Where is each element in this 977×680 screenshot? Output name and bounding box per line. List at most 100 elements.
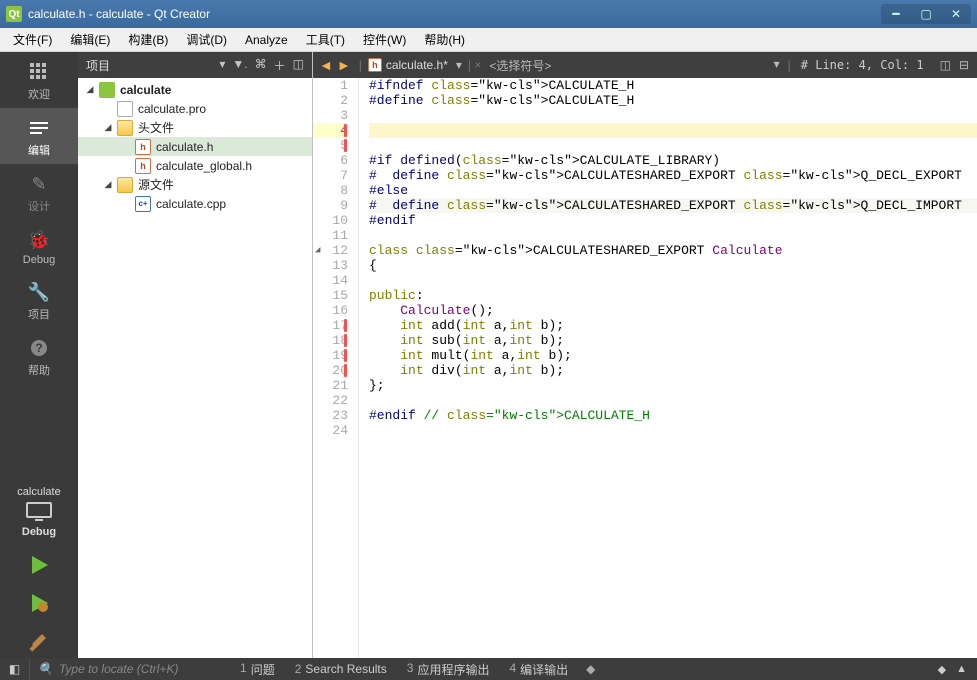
- folder-icon: [117, 120, 133, 136]
- mode-design[interactable]: ✎ 设计: [0, 164, 78, 220]
- mode-projects-label: 项目: [28, 306, 50, 322]
- split-icon[interactable]: ◫: [293, 57, 304, 74]
- run-button[interactable]: [0, 544, 78, 582]
- minimize-button[interactable]: ━: [882, 5, 910, 23]
- nav-fwd-icon[interactable]: ►: [337, 57, 351, 73]
- wrench-icon: 🔧: [25, 282, 53, 302]
- plus-icon[interactable]: ＋: [274, 57, 286, 74]
- window-controls: ━ ▢ ✕: [881, 4, 971, 24]
- menu-item[interactable]: 帮助(H): [415, 28, 474, 51]
- kit-name: calculate: [17, 486, 60, 498]
- symbol-selector-label: <选择符号>: [489, 59, 551, 73]
- project-tree[interactable]: ◢ calculate calculate.pro ◢ 头文件 h calcul…: [78, 78, 312, 658]
- mode-debug[interactable]: 🐞 Debug: [0, 220, 78, 272]
- h-file-icon: h: [368, 58, 382, 72]
- line-gutter[interactable]: 123456789101112◢131415161718192021222324: [313, 78, 359, 658]
- mode-welcome-label: 欢迎: [28, 86, 50, 102]
- locator-placeholder: Type to locate (Ctrl+K): [59, 662, 178, 676]
- output-toggle-diamond-icon[interactable]: ◆: [578, 662, 603, 676]
- code-editor[interactable]: 123456789101112◢131415161718192021222324…: [313, 78, 977, 658]
- grid-icon: [25, 62, 53, 82]
- design-icon: ✎: [25, 174, 53, 194]
- tree-sources-folder[interactable]: ◢ 源文件: [78, 175, 312, 194]
- play-icon: [28, 554, 50, 576]
- search-icon: 🔍: [38, 662, 53, 676]
- output-toggle-icon[interactable]: ◆: [938, 663, 946, 676]
- mode-debug-label: Debug: [23, 254, 55, 266]
- output-tab[interactable]: 1问题: [230, 661, 285, 678]
- mode-sidebar: 欢迎 编辑 ✎ 设计 🐞 Debug 🔧 项目 ? 帮助 calcu: [0, 52, 78, 658]
- run-debug-button[interactable]: [0, 582, 78, 620]
- nav-back-icon[interactable]: ◄: [319, 57, 333, 73]
- split-vertical-icon[interactable]: ◫: [940, 58, 951, 72]
- folder-icon: [117, 177, 133, 193]
- output-tab[interactable]: 2Search Results: [285, 662, 397, 676]
- twisty-icon[interactable]: ◢: [102, 122, 114, 133]
- mode-help-label: 帮助: [28, 362, 50, 378]
- qt-logo-icon: Qt: [6, 6, 22, 22]
- tree-header-file[interactable]: h calculate.h: [78, 137, 312, 156]
- tree-label: calculate.cpp: [154, 197, 226, 211]
- file-dropdown-icon[interactable]: ▾: [452, 58, 466, 72]
- tree-header-file[interactable]: h calculate_global.h: [78, 156, 312, 175]
- maximize-button[interactable]: ▢: [912, 5, 940, 23]
- mode-edit[interactable]: 编辑: [0, 108, 78, 164]
- toolbar-extra-icon[interactable]: ⊟: [959, 58, 969, 72]
- project-panel-header: 项目 ▾ ▼. ⌘ ＋ ◫: [78, 52, 312, 78]
- project-panel: 项目 ▾ ▼. ⌘ ＋ ◫ ◢ calculate calculate.pro …: [78, 52, 313, 658]
- pro-file-icon: [117, 101, 133, 117]
- tree-pro-file[interactable]: calculate.pro: [78, 99, 312, 118]
- menubar: 文件(F)编辑(E)构建(B)调试(D)Analyze工具(T)控件(W)帮助(…: [0, 28, 977, 52]
- twisty-icon[interactable]: ◢: [84, 84, 96, 95]
- symbol-selector[interactable]: <选择符号> ▾: [483, 57, 785, 74]
- menu-item[interactable]: 文件(F): [4, 28, 61, 51]
- bug-icon: 🐞: [25, 230, 53, 250]
- project-panel-title: 项目: [86, 57, 219, 74]
- locator-search[interactable]: 🔍 Type to locate (Ctrl+K): [30, 662, 230, 676]
- h-file-icon: h: [135, 139, 151, 155]
- tree-project-root[interactable]: ◢ calculate: [78, 80, 312, 99]
- tree-label: calculate_global.h: [154, 159, 252, 173]
- sidebar-toggle-icon[interactable]: ◧: [0, 658, 30, 680]
- output-tab[interactable]: 3应用程序输出: [397, 661, 500, 678]
- mode-projects[interactable]: 🔧 项目: [0, 272, 78, 328]
- menu-item[interactable]: Analyze: [236, 30, 297, 50]
- editor-toolbar: ◄ ► | h calculate.h* ▾ | × <选择符号> ▾ | # …: [313, 52, 977, 78]
- play-debug-icon: [28, 592, 50, 614]
- menu-item[interactable]: 工具(T): [297, 28, 354, 51]
- build-button[interactable]: [0, 620, 78, 658]
- tree-label: calculate: [118, 83, 171, 97]
- tree-label: 源文件: [136, 176, 174, 193]
- close-button[interactable]: ✕: [942, 5, 970, 23]
- menu-item[interactable]: 控件(W): [354, 28, 415, 51]
- mode-edit-label: 编辑: [28, 142, 50, 158]
- menu-item[interactable]: 构建(B): [119, 28, 177, 51]
- h-file-icon: h: [135, 158, 151, 174]
- code-content[interactable]: #ifndef class="kw-cls">CALCULATE_H#defin…: [359, 78, 977, 658]
- cpp-file-icon: c+: [135, 196, 151, 212]
- mode-design-label: 设计: [28, 198, 50, 214]
- link-icon[interactable]: ⌘: [255, 57, 267, 74]
- mode-welcome[interactable]: 欢迎: [0, 52, 78, 108]
- window-titlebar: Qt calculate.h - calculate - Qt Creator …: [0, 0, 977, 28]
- progress-toggle-icon[interactable]: ▲: [956, 663, 967, 676]
- menu-item[interactable]: 编辑(E): [61, 28, 119, 51]
- window-title: calculate.h - calculate - Qt Creator: [28, 7, 881, 21]
- statusbar: ◧ 🔍 Type to locate (Ctrl+K) 1问题2Search R…: [0, 658, 977, 680]
- edit-icon: [25, 118, 53, 138]
- tree-label: calculate.pro: [136, 102, 206, 116]
- project-dropdown-icon[interactable]: ▾: [219, 57, 225, 74]
- svg-text:?: ?: [35, 341, 42, 355]
- help-icon: ?: [25, 338, 53, 358]
- mode-help[interactable]: ? 帮助: [0, 328, 78, 384]
- tree-cpp-file[interactable]: c+ calculate.cpp: [78, 194, 312, 213]
- open-file-name[interactable]: calculate.h*: [386, 58, 452, 72]
- filter-icon[interactable]: ▼.: [232, 57, 247, 74]
- tree-label: 头文件: [136, 119, 174, 136]
- menu-item[interactable]: 调试(D): [177, 28, 236, 51]
- tree-headers-folder[interactable]: ◢ 头文件: [78, 118, 312, 137]
- output-tab[interactable]: 4编译输出: [499, 661, 578, 678]
- twisty-icon[interactable]: ◢: [102, 179, 114, 190]
- kit-selector[interactable]: calculate Debug: [0, 476, 78, 544]
- line-col-indicator[interactable]: # Line: 4, Col: 1: [793, 58, 932, 72]
